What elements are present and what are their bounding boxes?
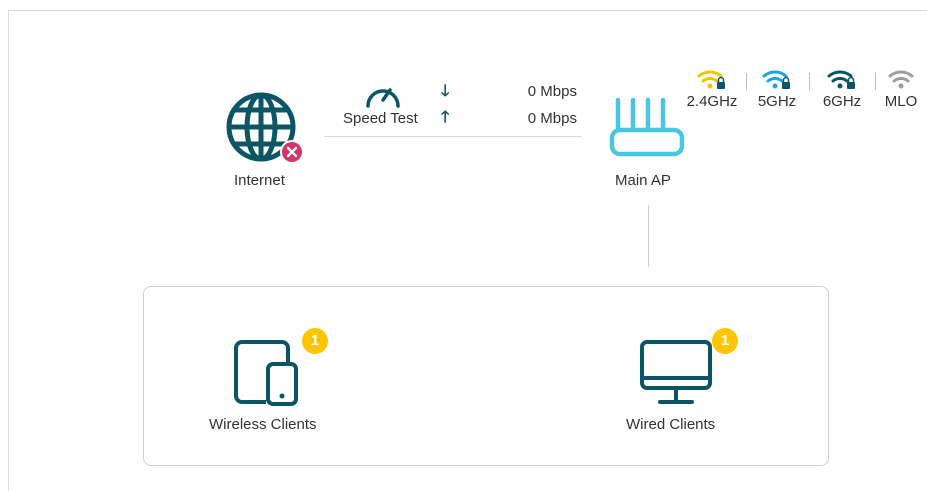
main-ap-label: Main AP [615,172,671,189]
band-label: MLO [884,93,918,110]
speed-test-button[interactable]: Speed Test [343,110,418,127]
wired-count-badge: 1 [712,328,738,354]
upload-arrow-icon: 🡑 [441,109,450,126]
router-icon[interactable] [608,96,688,160]
wireless-devices-icon[interactable] [232,336,302,408]
wired-clients-link[interactable]: Wired Clients [626,416,715,433]
band-label: 2.4GHz [686,93,738,110]
download-speed-value: 0 Mbps [527,83,577,100]
band-label: 5GHz [757,93,797,110]
speedometer-icon[interactable] [364,80,402,108]
topology-connector-line [648,205,649,267]
internet-globe-icon[interactable] [220,92,304,164]
wireless-clients-link[interactable]: Wireless Clients [209,416,317,433]
band-mlo[interactable]: MLO [875,68,927,110]
wifi-lock-icon [827,70,855,89]
download-arrow-icon: 🡓 [441,83,450,100]
wireless-count-badge: 1 [302,328,328,354]
band-5ghz[interactable]: 5GHz [747,68,807,110]
wifi-lock-icon [762,70,790,89]
band-2-4ghz[interactable]: 2.4GHz [682,68,742,110]
band-label: 6GHz [822,93,862,110]
band-6ghz[interactable]: 6GHz [812,68,872,110]
wifi-lock-icon [697,70,725,89]
band-separator [809,73,810,90]
desktop-monitor-icon[interactable] [638,338,716,408]
wifi-icon [888,70,914,89]
internet-label: Internet [234,172,285,189]
upload-speed-value: 0 Mbps [527,110,577,127]
error-status-icon [280,140,304,164]
